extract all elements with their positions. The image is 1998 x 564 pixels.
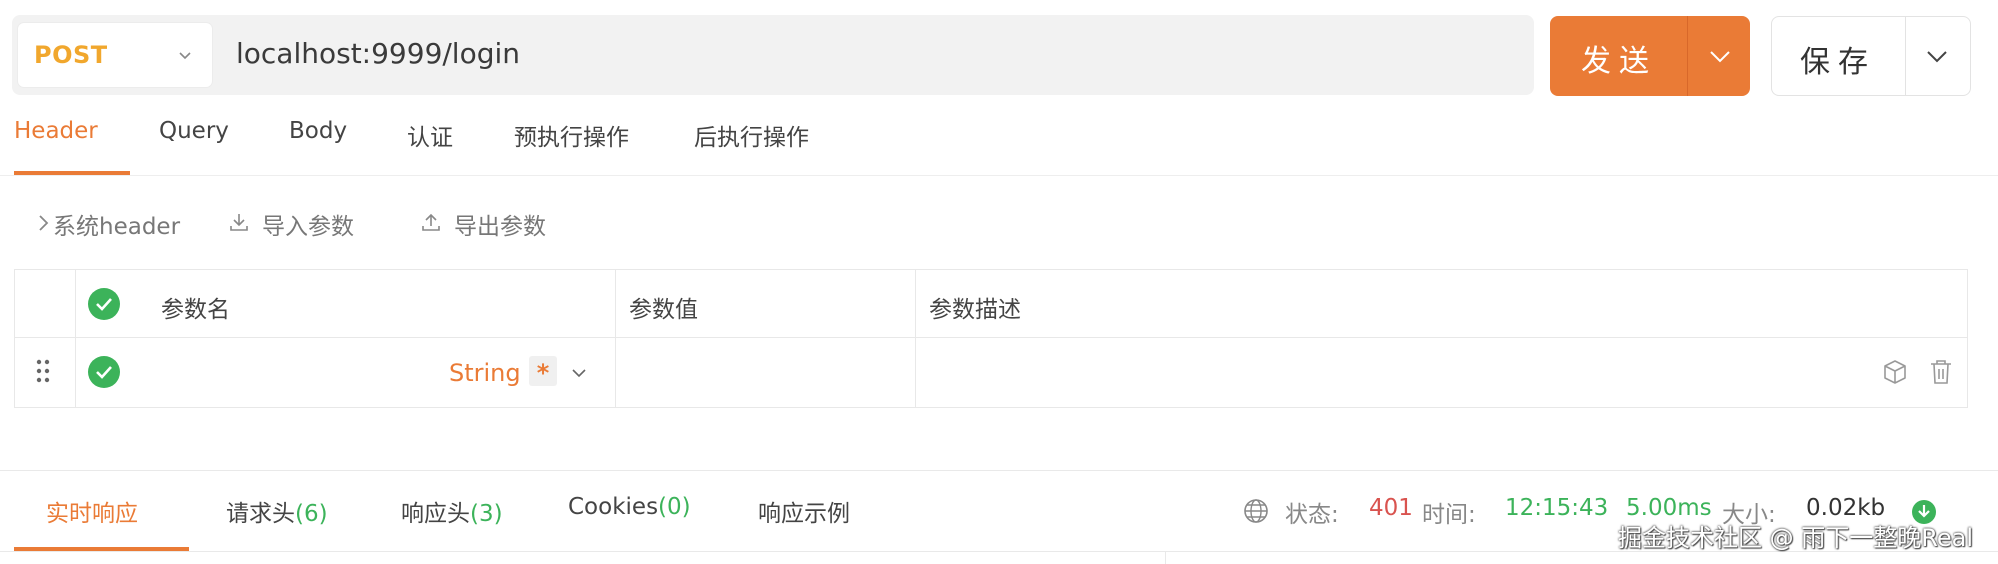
download-icon — [230, 214, 248, 231]
response-tab-count: (6) — [295, 501, 328, 527]
response-column-divider — [1165, 552, 1166, 564]
chevron-right-icon[interactable] — [32, 212, 54, 234]
check-circle-icon[interactable] — [88, 356, 120, 388]
save-divider — [1905, 17, 1906, 95]
response-divider — [0, 470, 1998, 471]
save-button[interactable]: 保存 — [1771, 16, 1971, 96]
url-bar: POST localhost:9999/login — [12, 15, 1534, 95]
header-param-name: 参数名 — [161, 297, 230, 323]
response-tab-count: (3) — [470, 501, 503, 527]
required-toggle[interactable]: * — [529, 356, 557, 387]
export-params-button[interactable]: 导出参数 — [454, 207, 546, 241]
request-tabs: Header Query Body 认证 预执行操作 后执行操作 — [0, 105, 1998, 176]
tab-header[interactable]: Header — [14, 118, 98, 144]
chevron-down-icon[interactable] — [1707, 44, 1733, 70]
header-param-description: 参数描述 — [929, 297, 1021, 323]
active-tab-indicator — [14, 171, 130, 175]
header-param-value: 参数值 — [629, 297, 698, 323]
param-description-input[interactable] — [929, 359, 1829, 389]
tab-post-request[interactable]: 后执行操作 — [694, 118, 809, 152]
param-type-select[interactable]: String — [449, 359, 521, 387]
watermark: 掘金技术社区 @ 雨下一整晚Real — [1618, 524, 1973, 552]
response-tab-label: 响应示例 — [758, 501, 850, 527]
method-select[interactable]: POST — [18, 23, 212, 87]
method-label: POST — [34, 41, 108, 69]
params-table: 参数名 参数值 参数描述 String * — [14, 269, 1968, 408]
column-divider — [615, 270, 616, 407]
send-divider — [1687, 16, 1688, 96]
response-tab-examples[interactable]: 响应示例 — [758, 494, 850, 528]
import-params-button[interactable]: 导入参数 — [262, 207, 354, 241]
tab-auth[interactable]: 认证 — [407, 118, 453, 152]
chevron-down-icon[interactable] — [1924, 44, 1950, 70]
response-tab-label: Cookies — [568, 494, 659, 520]
param-value-input[interactable] — [629, 359, 899, 389]
send-label: 发送 — [1581, 44, 1657, 79]
system-header-toggle[interactable]: 系统header — [53, 207, 180, 241]
save-label: 保存 — [1800, 45, 1876, 80]
tab-query[interactable]: Query — [159, 118, 229, 144]
param-name-input[interactable] — [161, 359, 441, 389]
response-tab-cookies[interactable]: Cookies(0) — [568, 494, 691, 520]
time-label: 时间: — [1422, 502, 1476, 528]
response-tab-label: 实时响应 — [46, 501, 138, 527]
globe-icon[interactable] — [1242, 497, 1270, 525]
trash-icon[interactable] — [1927, 357, 1955, 387]
chevron-down-icon[interactable] — [570, 364, 588, 382]
send-button[interactable]: 发送 — [1550, 16, 1750, 96]
tab-body[interactable]: Body — [289, 118, 347, 144]
response-tab-label: 请求头 — [226, 501, 295, 527]
column-divider — [75, 270, 76, 407]
upload-icon — [422, 213, 440, 231]
status-label: 状态: — [1285, 502, 1339, 528]
response-tab-response-headers[interactable]: 响应头(3) — [401, 494, 503, 528]
chevron-down-icon — [179, 52, 191, 60]
response-tab-request-headers[interactable]: 请求头(6) — [226, 494, 328, 528]
drag-handle-icon[interactable] — [35, 358, 51, 384]
tab-pre-request[interactable]: 预执行操作 — [514, 118, 629, 152]
url-input[interactable]: localhost:9999/login — [236, 37, 520, 70]
response-tab-label: 响应头 — [401, 501, 470, 527]
response-tab-realtime[interactable]: 实时响应 — [46, 494, 138, 528]
column-divider — [915, 270, 916, 407]
time-value: 12:15:43 — [1505, 495, 1609, 521]
status-code: 401 — [1369, 495, 1413, 521]
check-circle-icon[interactable] — [88, 288, 120, 320]
cube-icon[interactable] — [1881, 358, 1909, 386]
response-tab-count: (0) — [658, 494, 691, 520]
